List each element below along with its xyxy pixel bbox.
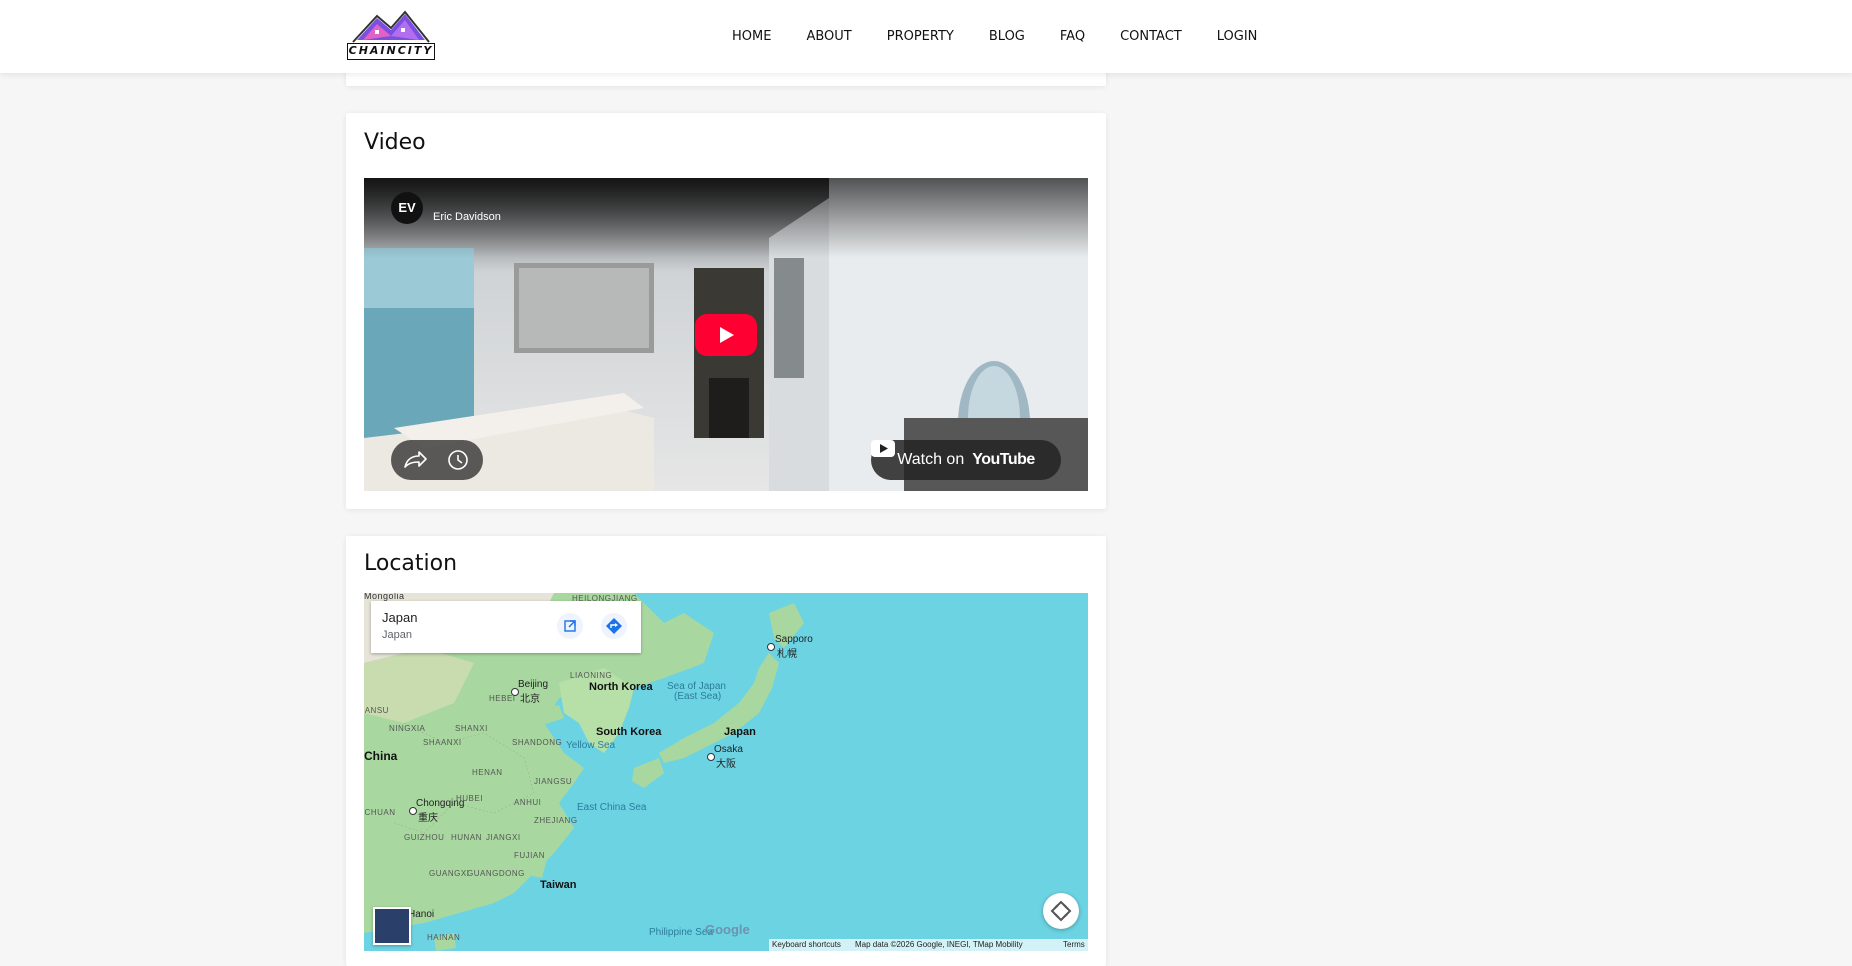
map-sea-label: Philippine Sea (649, 927, 713, 938)
map-data-attribution: Map data ©2026 Google, INEGI, TMap Mobil… (855, 940, 1023, 949)
open-in-maps-icon[interactable] (557, 613, 583, 639)
channel-name[interactable]: Eric Davidson (433, 211, 501, 223)
location-section-title: Location (364, 551, 458, 576)
map-label: SHANXI (455, 724, 488, 733)
map-country-label: China (364, 749, 398, 763)
map-country-label: Japan (724, 726, 756, 738)
video-section-title: Video (364, 130, 426, 155)
map-label: SHANDONG (512, 738, 563, 747)
video-section: Video EV Eric Davidson Watch on YouTube (346, 113, 1106, 509)
channel-avatar[interactable]: EV (391, 192, 423, 224)
youtube-logo-icon (871, 440, 895, 457)
map-label: HUNAN (451, 833, 482, 842)
satellite-layer-toggle[interactable] (373, 907, 411, 945)
play-button[interactable] (695, 314, 757, 356)
map-label: NINGXIA (389, 724, 426, 733)
map-label: HAINAN (427, 933, 461, 942)
watch-later-icon[interactable] (448, 450, 468, 470)
nav-property[interactable]: PROPERTY (887, 29, 954, 44)
nav-faq[interactable]: FAQ (1060, 29, 1085, 44)
map-label: JIANGSU (534, 777, 573, 786)
google-map[interactable]: Japan Japan HEILONGJIANG LIAONING HEBEI … (364, 593, 1088, 951)
map-sea-label: (East Sea) (674, 691, 722, 702)
map-city-label: Beijing (518, 679, 549, 690)
nav-about[interactable]: ABOUT (806, 29, 851, 44)
map-place-card: Japan Japan (371, 601, 641, 653)
map-country-label: Mongolia (364, 593, 405, 601)
nav-home[interactable]: HOME (732, 29, 771, 44)
map-footer: Keyboard shortcuts Map data ©2026 Google… (769, 939, 1088, 951)
map-country-label: South Korea (596, 726, 662, 738)
nav-contact[interactable]: CONTACT (1120, 29, 1182, 44)
map-label: JIANGXI (486, 833, 521, 842)
nav-login[interactable]: LOGIN (1217, 29, 1258, 44)
map-label: GUANGDONG (467, 869, 525, 878)
place-name: Japan (382, 610, 418, 625)
location-section: Location Japan Japan HEILONGJIANG LIAONI… (346, 536, 1106, 966)
play-icon (720, 327, 734, 343)
map-label: SICHUAN (364, 808, 396, 817)
map-label: HEILONGJIANG (572, 594, 638, 603)
map-city-label: Osaka (714, 744, 743, 755)
map-label: LIAONING (570, 671, 613, 680)
map-city-label: Sapporo (775, 634, 813, 645)
youtube-embed[interactable]: EV Eric Davidson Watch on YouTube (364, 178, 1088, 491)
map-label: GANSU (364, 706, 389, 715)
map-country-label: North Korea (589, 681, 653, 693)
map-sea-label: Yellow Sea (566, 740, 616, 751)
watch-on-youtube-button[interactable]: Watch on YouTube (871, 440, 1061, 480)
share-icon[interactable] (404, 451, 427, 468)
house-logo-icon (352, 10, 430, 43)
map-label: SHAANXI (423, 738, 462, 747)
logo-wordmark: CHAINCITY (347, 43, 435, 60)
chaincity-logo[interactable]: CHAINCITY (347, 10, 435, 60)
terms-link[interactable]: Terms (1063, 940, 1085, 949)
map-city-native: 北京 (520, 694, 540, 705)
map-label: HENAN (472, 768, 503, 777)
map-city-native: 重庆 (418, 813, 438, 824)
city-marker (767, 643, 775, 651)
video-actions (391, 440, 483, 480)
nav-blog[interactable]: BLOG (989, 29, 1025, 44)
map-label: FUJIAN (514, 851, 545, 860)
map-label: GUIZHOU (404, 833, 445, 842)
place-subtitle: Japan (382, 629, 412, 641)
keyboard-shortcuts-link[interactable]: Keyboard shortcuts (772, 940, 841, 949)
map-label: GUANGXI (429, 869, 470, 878)
map-label: ZHEJIANG (534, 816, 578, 825)
google-logo: Google (705, 922, 750, 937)
fullscreen-icon (1050, 900, 1072, 922)
map-label: ANHUI (514, 798, 542, 807)
map-city-label: Chongqing (416, 798, 465, 809)
map-city-native: 大阪 (716, 759, 736, 770)
map-sea-label: East China Sea (577, 802, 647, 813)
fullscreen-button[interactable] (1043, 893, 1079, 929)
directions-icon[interactable] (601, 613, 627, 639)
site-header: CHAINCITY HOME ABOUT PROPERTY BLOG FAQ C… (0, 0, 1852, 73)
map-city-label: Hanoi (408, 909, 435, 920)
map-city-native: 札幌 (777, 649, 797, 660)
main-nav: HOME ABOUT PROPERTY BLOG FAQ CONTACT LOG… (732, 0, 1292, 73)
map-country-label: Taiwan (540, 879, 577, 891)
map-label: HEBEI (489, 694, 516, 703)
